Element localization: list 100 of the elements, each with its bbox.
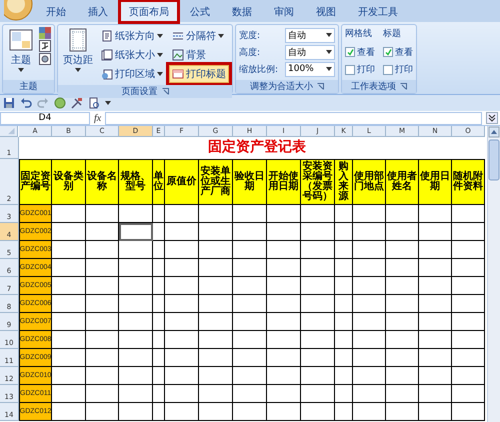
effects-icon[interactable] [39, 53, 51, 65]
ribbon-tab[interactable]: 开发工具 [348, 0, 408, 22]
circle-icon[interactable] [54, 97, 66, 109]
table-cell [267, 385, 301, 403]
print-preview-icon[interactable] [88, 97, 100, 109]
table-cell [233, 331, 267, 349]
table-cell [419, 241, 452, 259]
table-cell [199, 259, 233, 277]
table-cell [386, 331, 419, 349]
table-cell [165, 331, 199, 349]
table-cell [267, 349, 301, 367]
table-cell [452, 205, 485, 223]
function-button[interactable]: fx [94, 112, 102, 124]
expand-icon[interactable] [486, 112, 498, 124]
table-cell [267, 223, 301, 241]
tools-icon[interactable] [71, 97, 83, 109]
ribbon-button[interactable]: 纸张方向 [98, 27, 166, 45]
table-cell [301, 403, 335, 421]
theme-icon [8, 28, 34, 52]
ribbon-tab[interactable]: 审阅 [264, 0, 304, 22]
save-icon[interactable] [3, 97, 15, 109]
table-cell [199, 313, 233, 331]
ribbon-tab[interactable]: 数据 [222, 0, 262, 22]
field-label: 宽度: [239, 30, 262, 42]
check-icon [346, 48, 354, 56]
ribbon-button[interactable]: 背景 [169, 46, 229, 64]
ribbon-tab[interactable]: 视图 [306, 0, 346, 22]
customize-caret-icon[interactable] [105, 101, 111, 105]
group-label: 工作表选项 [351, 80, 396, 93]
margins-button[interactable]: 页边距 [61, 27, 95, 83]
active-cell[interactable] [119, 223, 153, 241]
dialog-launcher-icon[interactable] [400, 83, 407, 90]
group-label: 页面设置 [122, 86, 158, 98]
column-heading: 使用日期 [419, 159, 452, 205]
ribbon-tab[interactable]: 开始 [36, 0, 76, 22]
caret-icon [75, 68, 81, 72]
table-cell [353, 241, 386, 259]
table-cell [353, 385, 386, 403]
table-cell [86, 403, 119, 421]
dialog-launcher-icon[interactable] [317, 83, 324, 90]
colors-icon[interactable] [39, 27, 51, 39]
table-cell [335, 349, 353, 367]
name-box[interactable]: D4 [0, 112, 90, 124]
check-icon [384, 48, 392, 56]
checkbox[interactable]: 打印 [383, 62, 413, 78]
table-cell [153, 205, 165, 223]
table-cell [267, 295, 301, 313]
dialog-launcher-icon[interactable] [162, 88, 168, 95]
table-cell [86, 313, 119, 331]
checkbox[interactable]: 查看 [383, 44, 413, 61]
table-cell [353, 313, 386, 331]
checkbox[interactable]: 查看 [345, 44, 375, 61]
vertical-scrollbar[interactable] [487, 126, 500, 422]
table-cell [119, 367, 153, 385]
formula-input[interactable] [105, 112, 482, 124]
table-cell [119, 349, 153, 367]
table-cell [153, 241, 165, 259]
caret-icon [157, 34, 163, 38]
caret-icon [218, 34, 224, 38]
table-cell [335, 205, 353, 223]
column-heading: 使用者姓名 [386, 159, 419, 205]
theme-button[interactable]: 主题 [6, 27, 36, 78]
ribbon-button[interactable]: 打印标题 [169, 65, 229, 83]
column-heading: 验收日期 [233, 159, 267, 205]
table-cell [52, 223, 86, 241]
ribbon-button[interactable]: 分隔符 [169, 27, 229, 45]
ribbon-tab[interactable]: 插入 [78, 0, 118, 22]
undo-icon[interactable] [20, 97, 32, 109]
select-all-icon[interactable] [0, 126, 18, 137]
table-cell [165, 259, 199, 277]
table-cell [267, 241, 301, 259]
table-cell [335, 385, 353, 403]
table-cell [165, 223, 199, 241]
ribbon-button[interactable]: 打印区域 [98, 65, 166, 83]
ribbon-tab[interactable]: 公式 [180, 0, 220, 22]
fonts-icon[interactable] [39, 40, 51, 52]
table-cell [301, 331, 335, 349]
table-cell [353, 367, 386, 385]
table-cell [86, 295, 119, 313]
table-cell [119, 331, 153, 349]
checkbox[interactable]: 打印 [345, 62, 375, 78]
table-cell [419, 205, 452, 223]
table-cell [233, 223, 267, 241]
ribbon-button[interactable]: 纸张大小 [98, 46, 166, 64]
dropdown-field[interactable]: 100% [285, 62, 335, 76]
table-cell [301, 223, 335, 241]
table-cell [86, 349, 119, 367]
office-button-icon[interactable] [4, 0, 34, 22]
table-cell [452, 349, 485, 367]
column-heading: 设备名称 [86, 159, 119, 205]
table-cell [267, 367, 301, 385]
table-cell [386, 295, 419, 313]
table-cell [165, 403, 199, 421]
dropdown-field[interactable]: 自动 [285, 44, 335, 60]
dropdown-field[interactable]: 自动 [285, 28, 335, 42]
table-cell [301, 295, 335, 313]
ribbon-tab[interactable]: 页面布局 [120, 1, 178, 22]
table-cell [353, 331, 386, 349]
table-cell [335, 403, 353, 421]
table-cell [419, 277, 452, 295]
